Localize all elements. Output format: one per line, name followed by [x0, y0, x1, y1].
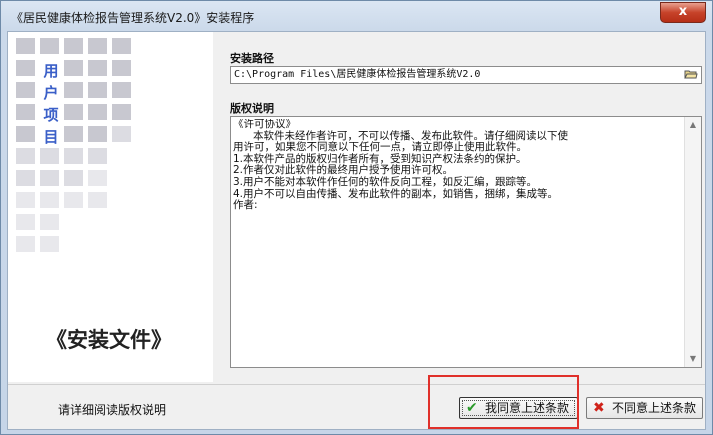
decor-tile — [16, 148, 35, 164]
decor-tile — [64, 126, 83, 142]
window-title: 《居民健康体检报告管理系统V2.0》安装程序 — [11, 11, 255, 25]
decor-tile — [16, 214, 35, 230]
highlight-box — [428, 375, 579, 429]
folder-open-icon[interactable] — [683, 68, 699, 82]
decor-tile — [88, 38, 107, 54]
decor-tile — [88, 60, 107, 76]
client-area: 用 户 项 目 《安装文件》 安装路径 C:\Program Files\居民健… — [7, 31, 706, 430]
bottom-bar: 请详细阅读版权说明 ✔ 我同意上述条款 ✖ 不同意上述条款 — [8, 384, 705, 431]
decor-tile — [16, 82, 35, 98]
license-scrollbar[interactable]: ▲ ▼ — [684, 117, 701, 367]
decor-tile — [88, 148, 107, 164]
license-label: 版权说明 — [230, 102, 274, 115]
decor-tile — [112, 82, 131, 98]
left-banner: 用 户 项 目 《安装文件》 — [8, 32, 213, 382]
decor-tile — [40, 170, 59, 186]
installer-window: 《居民健康体检报告管理系统V2.0》安装程序 x 用 户 项 目 《安装文件》 … — [0, 0, 713, 435]
decor-tile — [40, 192, 59, 208]
disagree-label: 不同意上述条款 — [612, 401, 697, 415]
decor-tile — [112, 60, 131, 76]
decor-tile — [64, 104, 83, 120]
decor-tile — [64, 38, 83, 54]
decor-tile — [64, 60, 83, 76]
scroll-down-icon[interactable]: ▼ — [685, 351, 701, 367]
decor-tile — [16, 38, 35, 54]
decor-tile — [40, 236, 59, 252]
vertical-char: 项 — [43, 106, 59, 124]
vertical-char: 用 — [43, 62, 59, 80]
install-path-label: 安装路径 — [230, 52, 274, 65]
scroll-up-icon[interactable]: ▲ — [685, 117, 701, 133]
decor-tile — [64, 82, 83, 98]
decor-tile — [16, 236, 35, 252]
decor-tile — [88, 126, 107, 142]
license-text: 《许可协议》 本软件未经作者许可，不可以传播、发布此软件。请仔细阅读以下使 用许… — [233, 119, 569, 212]
install-path-field[interactable]: C:\Program Files\居民健康体检报告管理系统V2.0 — [230, 66, 702, 84]
decor-tile — [40, 38, 59, 54]
decor-tile — [16, 104, 35, 120]
close-icon: x — [678, 4, 688, 19]
disagree-button[interactable]: ✖ 不同意上述条款 — [586, 397, 703, 419]
license-textbox[interactable]: 《许可协议》 本软件未经作者许可，不可以传播、发布此软件。请仔细阅读以下使 用许… — [230, 116, 702, 368]
decor-tile — [88, 192, 107, 208]
cross-icon: ✖ — [593, 400, 605, 416]
decor-tile — [16, 126, 35, 142]
close-button[interactable]: x — [660, 2, 706, 23]
decor-tile — [88, 82, 107, 98]
decor-tile — [40, 148, 59, 164]
decor-tile — [16, 60, 35, 76]
decor-tile — [112, 126, 131, 142]
decor-tile — [16, 170, 35, 186]
vertical-char: 户 — [43, 84, 59, 102]
decor-tile — [64, 148, 83, 164]
decor-tile — [88, 170, 107, 186]
decor-tile — [112, 38, 131, 54]
decor-tile — [64, 192, 83, 208]
hint-text: 请详细阅读版权说明 — [58, 403, 167, 417]
decor-tile — [40, 214, 59, 230]
right-panel: 安装路径 C:\Program Files\居民健康体检报告管理系统V2.0 版… — [216, 32, 705, 384]
install-path-value: C:\Program Files\居民健康体检报告管理系统V2.0 — [234, 69, 481, 80]
decor-tile — [112, 104, 131, 120]
install-files-title: 《安装文件》 — [46, 328, 172, 352]
decor-tile — [88, 104, 107, 120]
decor-tile — [16, 192, 35, 208]
vertical-char: 目 — [43, 128, 59, 146]
decor-tile — [64, 170, 83, 186]
title-bar[interactable]: 《居民健康体检报告管理系统V2.0》安装程序 x — [1, 1, 712, 31]
